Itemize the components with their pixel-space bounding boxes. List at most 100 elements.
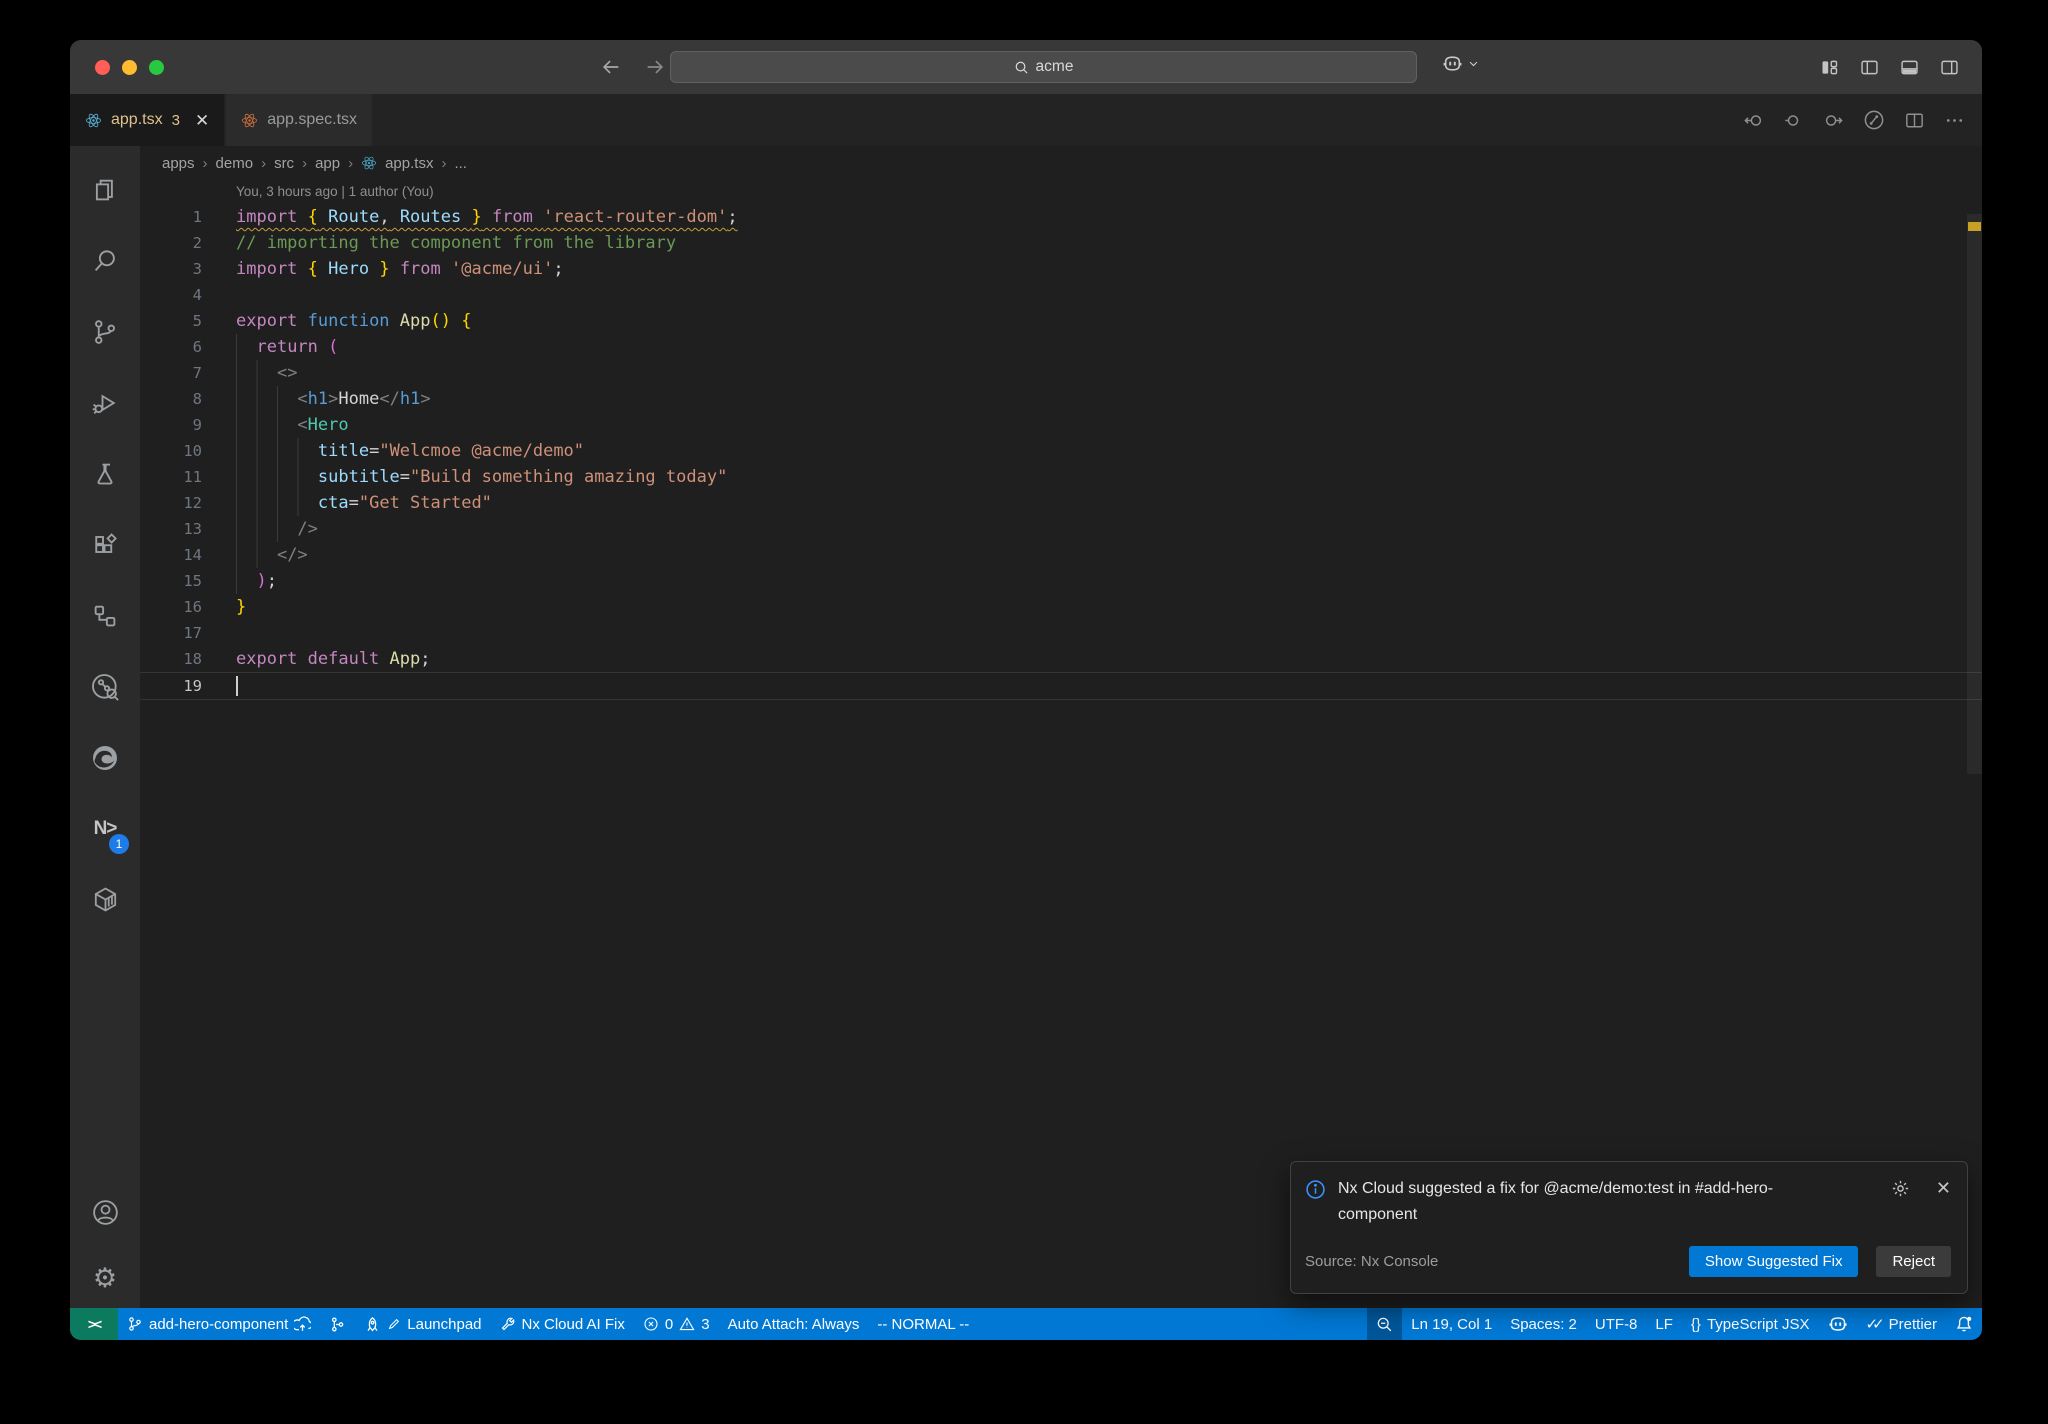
show-suggested-fix-button[interactable]: Show Suggested Fix (1688, 1246, 1859, 1277)
tab-label: app.tsx (111, 111, 163, 128)
extensions-icon[interactable] (77, 509, 133, 580)
tab-label: app.spec.tsx (267, 111, 358, 128)
check-all-icon: ✓✓ (1865, 1316, 1885, 1333)
navigate-node-icon[interactable] (1782, 109, 1805, 132)
breadcrumb-item[interactable]: app (315, 155, 340, 172)
code-line: 5 export function App() { (140, 308, 1982, 334)
line-content: title="Welcmoe @acme/demo" (236, 438, 585, 464)
line-content: <h1>Home</h1> (236, 386, 431, 412)
encoding-item[interactable]: UTF-8 (1586, 1308, 1647, 1340)
code-line: 8 <h1>Home</h1> (140, 386, 1982, 412)
eol-item[interactable]: LF (1646, 1308, 1682, 1340)
nx-console-icon[interactable]: N> 1 (77, 793, 133, 864)
explorer-icon[interactable] (77, 154, 133, 225)
testing-icon[interactable] (77, 438, 133, 509)
notification-source: Source: Nx Console (1305, 1253, 1439, 1270)
code-line: 3 import { Hero } from '@acme/ui'; (140, 256, 1982, 282)
gitlens-inspect-icon[interactable] (77, 651, 133, 722)
line-number: 13 (183, 520, 202, 538)
breadcrumb-item[interactable]: demo (216, 155, 254, 172)
chevron-down-icon (1468, 58, 1479, 69)
code-editor[interactable]: You, 3 hours ago | 1 author (You) 1 impor… (140, 180, 1982, 1308)
references-icon[interactable] (77, 580, 133, 651)
language-mode-item[interactable]: {} TypeScript JSX (1682, 1308, 1819, 1340)
more-actions-icon[interactable] (1943, 109, 1966, 132)
code-line: 4 (140, 282, 1982, 308)
notification-toast: Nx Cloud suggested a fix for @acme/demo:… (1290, 1161, 1968, 1294)
cursor-position-item[interactable]: Ln 19, Col 1 (1402, 1308, 1501, 1340)
tab-problem-badge: 3 (171, 111, 180, 129)
maximize-window-button[interactable] (149, 59, 164, 75)
line-content: // importing the component from the libr… (236, 233, 677, 253)
tab-bar: app.tsx 3 ✕ app.spec.tsx (70, 94, 1982, 146)
breadcrumb-item[interactable]: src (274, 155, 294, 172)
navigate-forward-icon[interactable] (1822, 109, 1845, 132)
history-back-button[interactable] (600, 56, 622, 78)
copilot-status-item[interactable] (1819, 1308, 1857, 1340)
command-center-search[interactable]: acme (670, 51, 1417, 83)
minimize-window-button[interactable] (122, 59, 137, 75)
zoom-out-item[interactable] (1367, 1308, 1403, 1340)
code-line: 1 import { Route, Routes } from 'react-ro… (140, 204, 1982, 230)
source-control-icon[interactable] (77, 296, 133, 367)
breadcrumb-item[interactable]: app.tsx (385, 155, 433, 172)
auto-attach-item[interactable]: Auto Attach: Always (719, 1308, 869, 1340)
launchpad-item[interactable]: Launchpad (355, 1308, 490, 1340)
notifications-bell-item[interactable] (1946, 1308, 1982, 1340)
containers-icon[interactable] (77, 864, 133, 935)
scrollbar-thumb[interactable] (1967, 214, 1982, 774)
commit-graph-item[interactable] (320, 1308, 355, 1340)
notification-close-icon[interactable]: ✕ (1936, 1179, 1951, 1228)
notification-settings-gear-icon[interactable] (1891, 1179, 1910, 1228)
overview-ruler[interactable] (1967, 214, 1982, 1308)
publish-sync-icon (294, 1315, 312, 1333)
toggle-panel-icon[interactable] (1899, 57, 1920, 78)
blame-annotation: You, 3 hours ago | 1 author (You) (236, 184, 434, 199)
breadcrumb-item[interactable]: apps (162, 155, 195, 172)
line-number: 10 (183, 442, 202, 460)
code-line: 7 <> (140, 360, 1982, 386)
reject-button[interactable]: Reject (1876, 1246, 1951, 1277)
tab-app-tsx[interactable]: app.tsx 3 ✕ (70, 94, 225, 146)
window-controls (95, 59, 164, 75)
split-editor-icon[interactable] (1903, 109, 1926, 132)
line-number: 9 (192, 416, 202, 434)
problems-item[interactable]: 0 3 (634, 1308, 719, 1340)
line-number: 8 (192, 390, 202, 408)
line-content: cta="Get Started" (236, 490, 492, 516)
navigate-back-icon[interactable] (1742, 109, 1765, 132)
tab-app-spec-tsx[interactable]: app.spec.tsx (226, 94, 373, 146)
copilot-menu-button[interactable] (1442, 53, 1479, 74)
vscode-window: acme app.tsx 3 ✕ app.spec.tsx N> 1 ⚙ app… (70, 40, 1982, 1340)
indentation-item[interactable]: Spaces: 2 (1501, 1308, 1586, 1340)
run-and-debug-icon[interactable] (77, 367, 133, 438)
code-line: 13 /> (140, 516, 1982, 542)
history-forward-button[interactable] (644, 56, 666, 78)
close-window-button[interactable] (95, 59, 110, 75)
breadcrumb-item[interactable]: ... (454, 155, 467, 172)
settings-gear-icon[interactable]: ⚙ (77, 1248, 133, 1308)
toggle-primary-sidebar-icon[interactable] (1859, 57, 1880, 78)
status-bar: >< add-hero-component Launchpad Nx Cloud… (70, 1308, 1982, 1340)
close-tab-icon[interactable]: ✕ (195, 112, 209, 129)
line-content: ); (236, 568, 277, 594)
search-icon[interactable] (77, 225, 133, 296)
command-center-text: acme (1035, 58, 1074, 75)
run-target-icon[interactable] (1862, 108, 1886, 132)
line-content: subtitle="Build something amazing today" (236, 464, 728, 490)
customize-layout-icon[interactable] (1819, 57, 1840, 78)
git-branch-item[interactable]: add-hero-component (118, 1308, 320, 1340)
vim-mode-item[interactable]: -- NORMAL -- (868, 1308, 978, 1340)
activity-bar: N> 1 ⚙ (70, 146, 140, 1308)
nx-cloud-fix-item[interactable]: Nx Cloud AI Fix (491, 1308, 634, 1340)
edge-devtools-icon[interactable] (77, 722, 133, 793)
toggle-secondary-sidebar-icon[interactable] (1939, 57, 1960, 78)
breadcrumb-separator: › (441, 154, 447, 172)
breadcrumb-separator: › (261, 154, 267, 172)
formatter-item[interactable]: ✓✓ Prettier (1857, 1308, 1947, 1340)
remote-indicator[interactable]: >< (70, 1308, 118, 1340)
branch-icon (127, 1316, 143, 1332)
breadcrumb: apps › demo › src › app › app.tsx ›... (140, 146, 1982, 180)
accounts-icon[interactable] (77, 1177, 133, 1248)
bell-dot-icon (1955, 1315, 1973, 1333)
